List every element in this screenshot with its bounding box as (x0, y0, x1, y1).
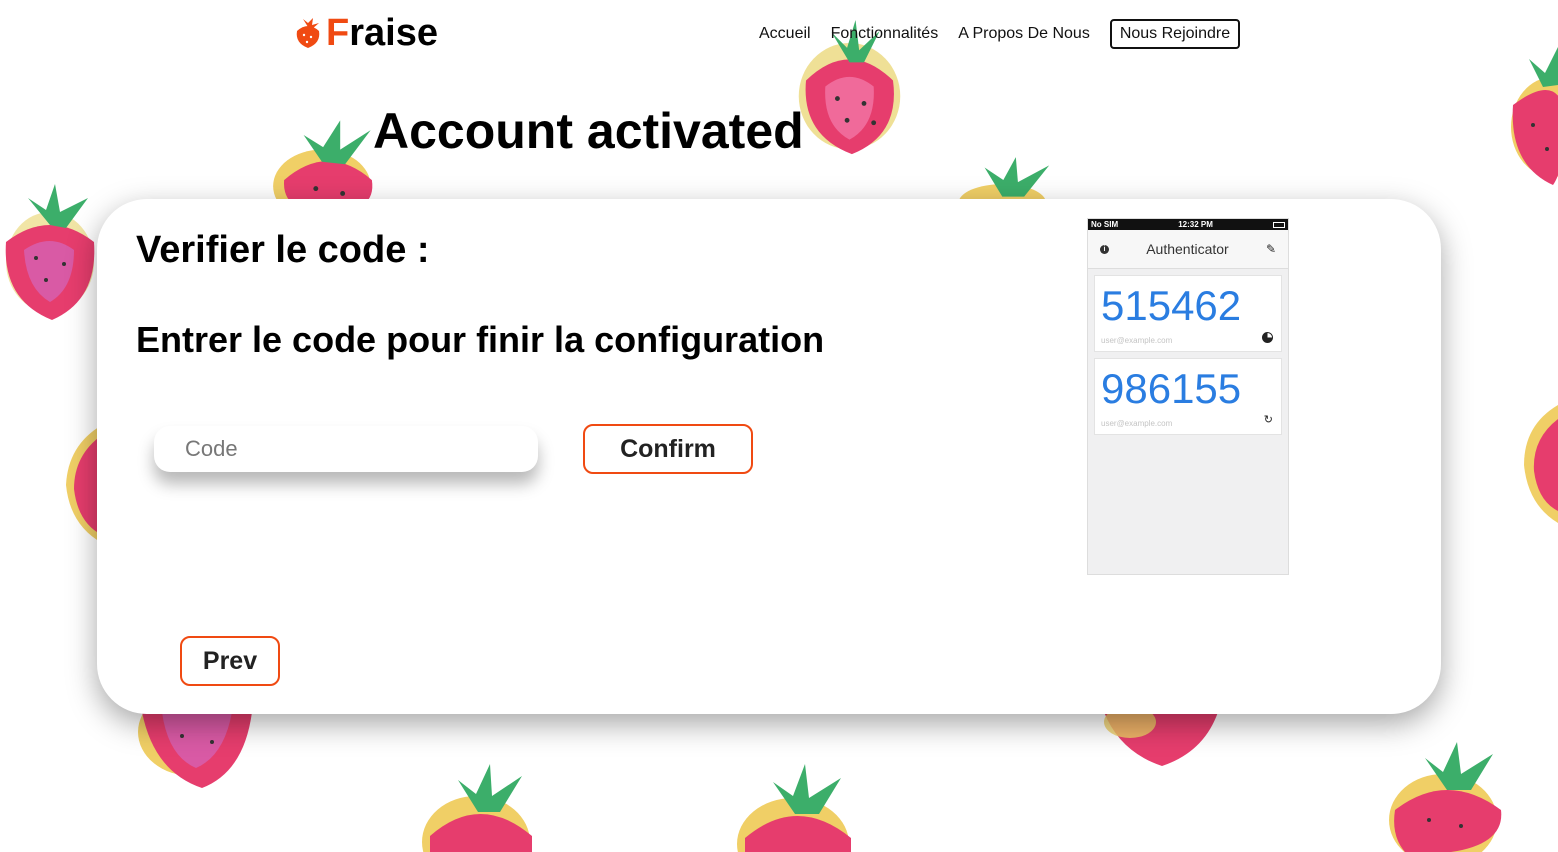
code-input[interactable] (154, 426, 538, 472)
authenticator-title: Authenticator (1146, 241, 1229, 257)
verification-card: Verifier le code : Entrer le code pour f… (97, 199, 1441, 714)
otp-account: user@example.com (1101, 419, 1173, 428)
info-icon: i (1100, 244, 1109, 254)
phone-status-bar: No SIM 12:32 PM (1088, 219, 1288, 230)
strawberry-decoration (955, 155, 1060, 205)
strawberry-decoration (418, 762, 543, 852)
strawberry-decoration (1520, 385, 1558, 525)
strawberry-decoration (132, 712, 262, 792)
refresh-icon: ↻ (1263, 414, 1273, 426)
strawberry-logo-icon (294, 17, 322, 49)
otp-account: user@example.com (1101, 336, 1173, 345)
brand-name-rest: raise (349, 12, 438, 54)
strawberry-decoration (1503, 45, 1558, 190)
authenticator-app-bar: i Authenticator ✎ (1088, 230, 1288, 269)
instruction-text: Entrer le code pour finir la configurati… (136, 319, 825, 360)
nav-link-fonctionnalites[interactable]: Fonctionnalités (831, 25, 939, 43)
clock-label: 12:32 PM (1178, 220, 1213, 229)
otp-entry: 986155 user@example.com ↻ (1094, 358, 1282, 435)
nav-link-a-propos[interactable]: A Propos De Nous (958, 25, 1090, 43)
brand-name-initial: F (326, 12, 350, 54)
verify-title: Verifier le code : (136, 229, 430, 271)
strawberry-decoration (733, 762, 863, 852)
nav-link-accueil[interactable]: Accueil (759, 25, 811, 43)
page-title: Account activated (373, 103, 804, 159)
brand-logo[interactable]: Fraise (294, 14, 438, 52)
authenticator-screenshot: No SIM 12:32 PM i Authenticator ✎ 515462… (1087, 218, 1289, 575)
carrier-label: No SIM (1091, 220, 1119, 229)
strawberry-decoration (0, 180, 100, 330)
join-button[interactable]: Nous Rejoindre (1109, 19, 1241, 49)
prev-button[interactable]: Prev (180, 636, 280, 686)
strawberry-decoration (1100, 712, 1222, 768)
otp-code: 986155 (1101, 365, 1242, 412)
strawberry-decoration (1385, 740, 1510, 852)
top-navigation: Accueil Fonctionnalités A Propos De Nous… (759, 19, 1241, 49)
otp-entry: 515462 user@example.com (1094, 275, 1282, 352)
timer-icon (1262, 332, 1273, 343)
strawberry-decoration (267, 113, 389, 213)
otp-code: 515462 (1101, 282, 1242, 329)
battery-icon (1272, 221, 1285, 228)
confirm-button[interactable]: Confirm (583, 424, 753, 474)
pencil-icon: ✎ (1265, 242, 1276, 256)
strawberry-decoration (62, 405, 102, 545)
